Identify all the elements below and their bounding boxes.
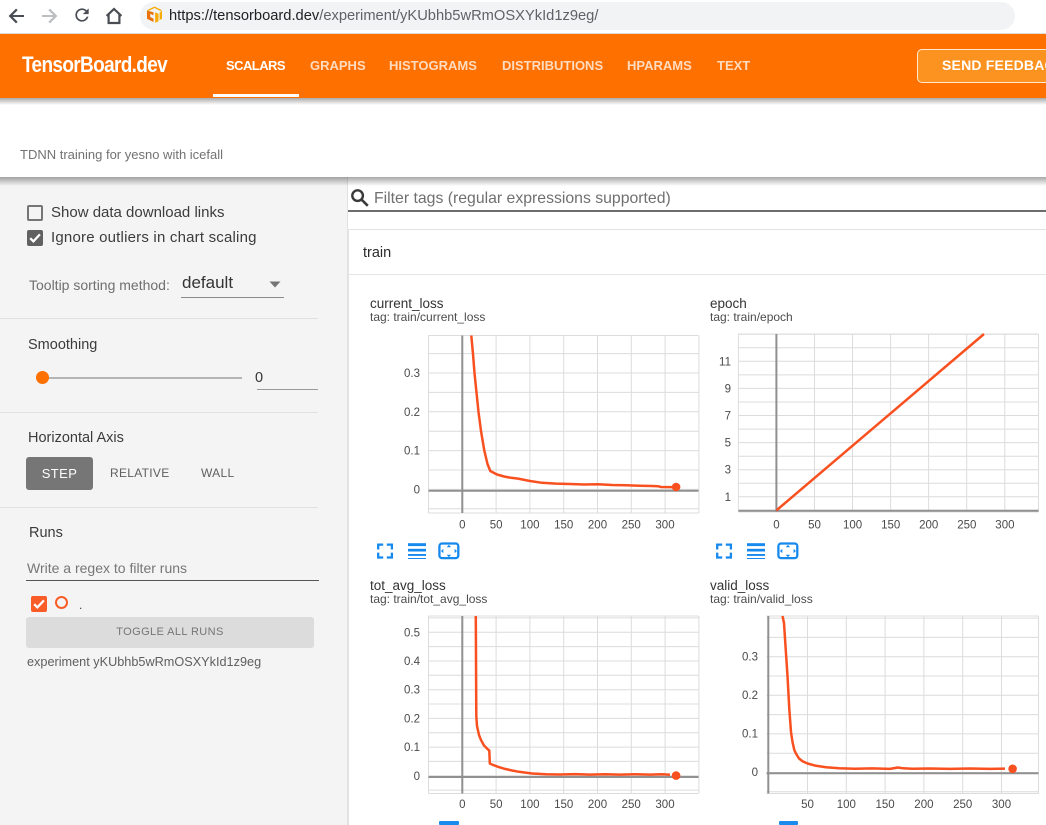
svg-text:0.1: 0.1 [742,729,758,741]
svg-text:0: 0 [459,799,465,811]
svg-text:0.2: 0.2 [742,690,758,702]
svg-text:11: 11 [719,356,731,368]
svg-text:150: 150 [881,520,900,532]
svg-text:300: 300 [992,799,1011,811]
svg-text:100: 100 [520,520,539,532]
svg-text:0: 0 [459,520,465,532]
svg-text:250: 250 [953,799,972,811]
svg-text:9: 9 [725,383,731,395]
svg-text:5: 5 [725,438,731,450]
svg-text:50: 50 [490,520,503,532]
svg-text:0.1: 0.1 [404,742,420,754]
svg-text:100: 100 [837,799,856,811]
svg-text:0.4: 0.4 [404,656,421,668]
svg-text:250: 250 [622,799,641,811]
svg-text:0: 0 [414,771,420,783]
svg-text:300: 300 [655,799,674,811]
svg-text:150: 150 [554,799,573,811]
svg-text:0.3: 0.3 [404,368,420,380]
svg-text:0: 0 [773,520,779,532]
svg-text:250: 250 [957,520,976,532]
svg-text:50: 50 [808,520,821,532]
svg-text:300: 300 [655,520,674,532]
svg-text:0: 0 [752,767,758,779]
svg-text:50: 50 [490,799,503,811]
svg-text:200: 200 [588,520,607,532]
svg-text:50: 50 [801,799,814,811]
svg-text:150: 150 [554,520,573,532]
svg-text:150: 150 [876,799,895,811]
svg-text:0.3: 0.3 [742,651,758,663]
svg-text:100: 100 [843,520,862,532]
svg-text:0.1: 0.1 [404,446,420,458]
svg-text:200: 200 [914,799,933,811]
svg-text:3: 3 [725,465,731,477]
svg-text:0: 0 [414,484,420,496]
svg-text:200: 200 [588,799,607,811]
svg-text:0.2: 0.2 [404,407,420,419]
svg-text:0.2: 0.2 [404,713,420,725]
svg-text:100: 100 [520,799,539,811]
svg-text:0.5: 0.5 [404,627,420,639]
svg-text:7: 7 [725,411,731,423]
svg-text:0.3: 0.3 [404,685,420,697]
svg-text:250: 250 [622,520,641,532]
svg-text:300: 300 [995,520,1014,532]
svg-text:1: 1 [725,492,731,504]
svg-text:200: 200 [919,520,938,532]
